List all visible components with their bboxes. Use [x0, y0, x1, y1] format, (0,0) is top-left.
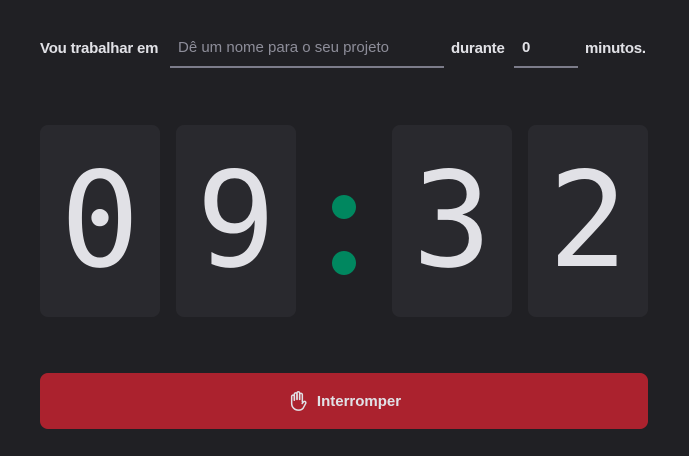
countdown-separator	[312, 125, 376, 317]
seconds-ones-digit: 2	[528, 125, 648, 317]
minutes-ones-digit: 9	[176, 125, 296, 317]
task-form: Vou trabalhar em durante minutos.	[40, 28, 649, 68]
minutes-suffix-label: minutos.	[585, 40, 646, 57]
task-label: Vou trabalhar em	[40, 40, 159, 57]
seconds-tens-digit: 3	[392, 125, 512, 317]
countdown-display: 0 9 3 2	[40, 125, 649, 317]
minutes-tens-digit: 0	[40, 125, 160, 317]
minutes-input[interactable]	[514, 28, 578, 68]
separator-dot-bottom	[332, 251, 356, 275]
duration-label: durante	[451, 40, 505, 57]
task-name-input[interactable]	[170, 28, 444, 68]
separator-dot-top	[332, 195, 356, 219]
interrupt-button-label: Interromper	[316, 392, 402, 410]
interrupt-button[interactable]: Interromper	[40, 373, 648, 429]
hand-palm-icon	[287, 390, 307, 412]
